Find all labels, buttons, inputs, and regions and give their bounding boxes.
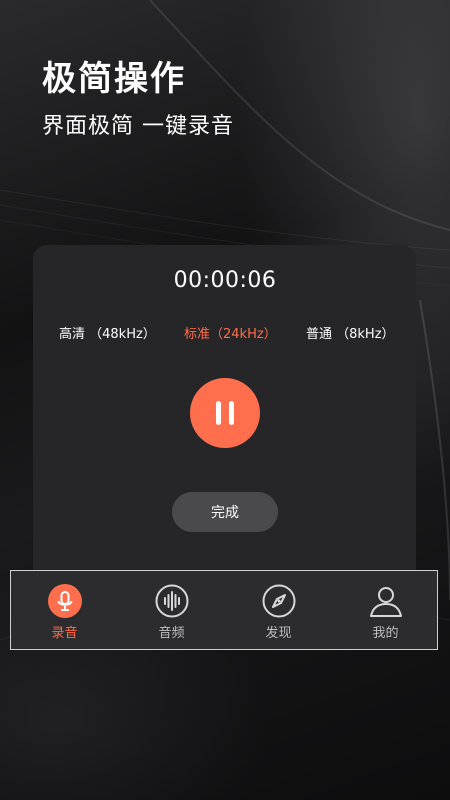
bottom-tab-bar: 录音 音频 发现 我的 — [10, 570, 438, 650]
pause-button[interactable] — [190, 378, 260, 448]
page-title: 极简操作 — [42, 59, 186, 99]
user-icon — [369, 587, 402, 617]
page-subtitle: 界面极简 一键录音 — [42, 114, 234, 139]
tab-mine[interactable]: 我的 — [332, 571, 439, 649]
tab-discover[interactable]: 发现 — [225, 571, 332, 649]
quality-option-normal[interactable]: 普通 （8kHz） — [306, 323, 395, 342]
quality-option-hd[interactable]: 高清 （48kHz） — [59, 323, 156, 342]
tab-mine-label: 我的 — [372, 626, 399, 641]
recording-timer: 00:00:06 — [173, 268, 277, 293]
quality-option-standard[interactable]: 标准（24kHz） — [184, 323, 277, 342]
tab-audio-label: 音频 — [158, 626, 185, 641]
pause-icon — [212, 401, 238, 425]
sound-wave-icon — [155, 584, 188, 618]
tab-discover-label: 发现 — [265, 626, 292, 641]
done-button[interactable]: 完成 — [172, 492, 278, 532]
tab-record[interactable]: 录音 — [11, 571, 118, 649]
microphone-icon — [47, 584, 82, 618]
tab-record-label: 录音 — [51, 626, 78, 641]
compass-icon — [262, 584, 295, 618]
tab-audio[interactable]: 音频 — [118, 571, 225, 649]
